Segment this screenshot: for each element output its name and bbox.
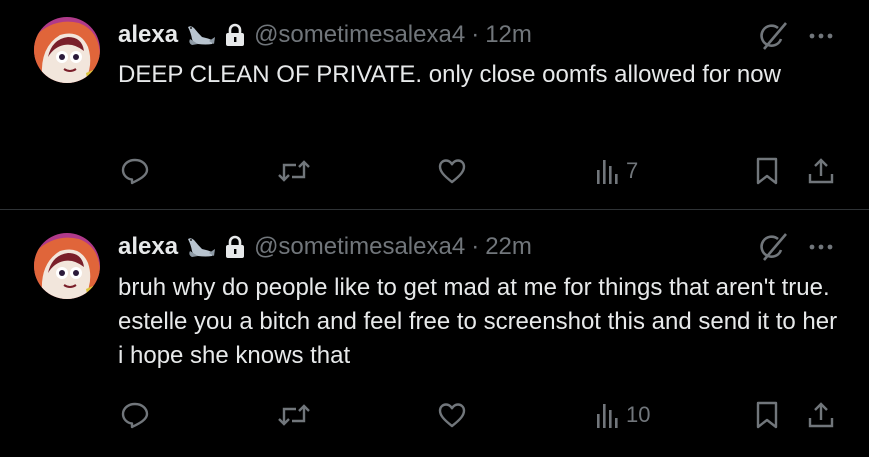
reply-icon xyxy=(120,400,150,430)
like-icon xyxy=(437,400,467,430)
views-count: 7 xyxy=(626,158,639,183)
bookmark-icon xyxy=(754,400,780,430)
like-button[interactable] xyxy=(437,156,467,186)
views-count: 10 xyxy=(626,402,651,427)
retweet-icon xyxy=(277,156,311,186)
tweet-text: bruh why do people like to get mad at me… xyxy=(118,274,838,369)
views-button[interactable]: 10 xyxy=(596,400,650,430)
seal-emoji-icon xyxy=(186,23,216,47)
grok-icon[interactable] xyxy=(756,230,790,264)
display-name[interactable]: alexa xyxy=(118,21,178,49)
handle[interactable]: @sometimesalexa4 xyxy=(254,21,465,49)
bookmark-button[interactable] xyxy=(754,400,780,430)
reply-icon xyxy=(120,156,150,186)
tweet[interactable]: alexa @sometimesalexa4 · 22m bruh why do… xyxy=(0,210,869,457)
bookmark-button[interactable] xyxy=(754,156,780,186)
share-button[interactable] xyxy=(806,156,836,186)
avatar[interactable] xyxy=(34,233,100,299)
views-icon xyxy=(596,156,620,186)
display-name[interactable]: alexa xyxy=(118,233,178,261)
separator: · xyxy=(471,233,480,260)
tweet[interactable]: alexa @sometimesalexa4 · 12m DEEP CLEAN … xyxy=(0,0,869,209)
reply-button[interactable] xyxy=(120,156,150,186)
separator: · xyxy=(471,21,480,48)
lock-icon xyxy=(224,23,246,47)
retweet-icon xyxy=(277,400,311,430)
tweet-header: alexa @sometimesalexa4 · 22m xyxy=(118,232,532,262)
timestamp[interactable]: 12m xyxy=(485,21,532,49)
tweet-text: DEEP CLEAN OF PRIVATE. only close oomfs … xyxy=(118,61,781,88)
share-icon xyxy=(806,400,836,430)
handle[interactable]: @sometimesalexa4 xyxy=(254,233,465,261)
like-button[interactable] xyxy=(437,400,467,430)
more-icon[interactable] xyxy=(806,232,836,262)
retweet-button[interactable] xyxy=(277,400,311,430)
views-icon xyxy=(596,400,620,430)
seal-emoji-icon xyxy=(186,235,216,259)
share-button[interactable] xyxy=(806,400,836,430)
share-icon xyxy=(806,156,836,186)
grok-icon[interactable] xyxy=(756,19,790,53)
more-icon[interactable] xyxy=(806,21,836,51)
timestamp[interactable]: 22m xyxy=(485,233,532,261)
tweet-header: alexa @sometimesalexa4 · 12m xyxy=(118,20,532,50)
like-icon xyxy=(437,156,467,186)
avatar[interactable] xyxy=(34,17,100,83)
reply-button[interactable] xyxy=(120,400,150,430)
views-button[interactable]: 7 xyxy=(596,156,638,186)
bookmark-icon xyxy=(754,156,780,186)
retweet-button[interactable] xyxy=(277,156,311,186)
lock-icon xyxy=(224,235,246,259)
